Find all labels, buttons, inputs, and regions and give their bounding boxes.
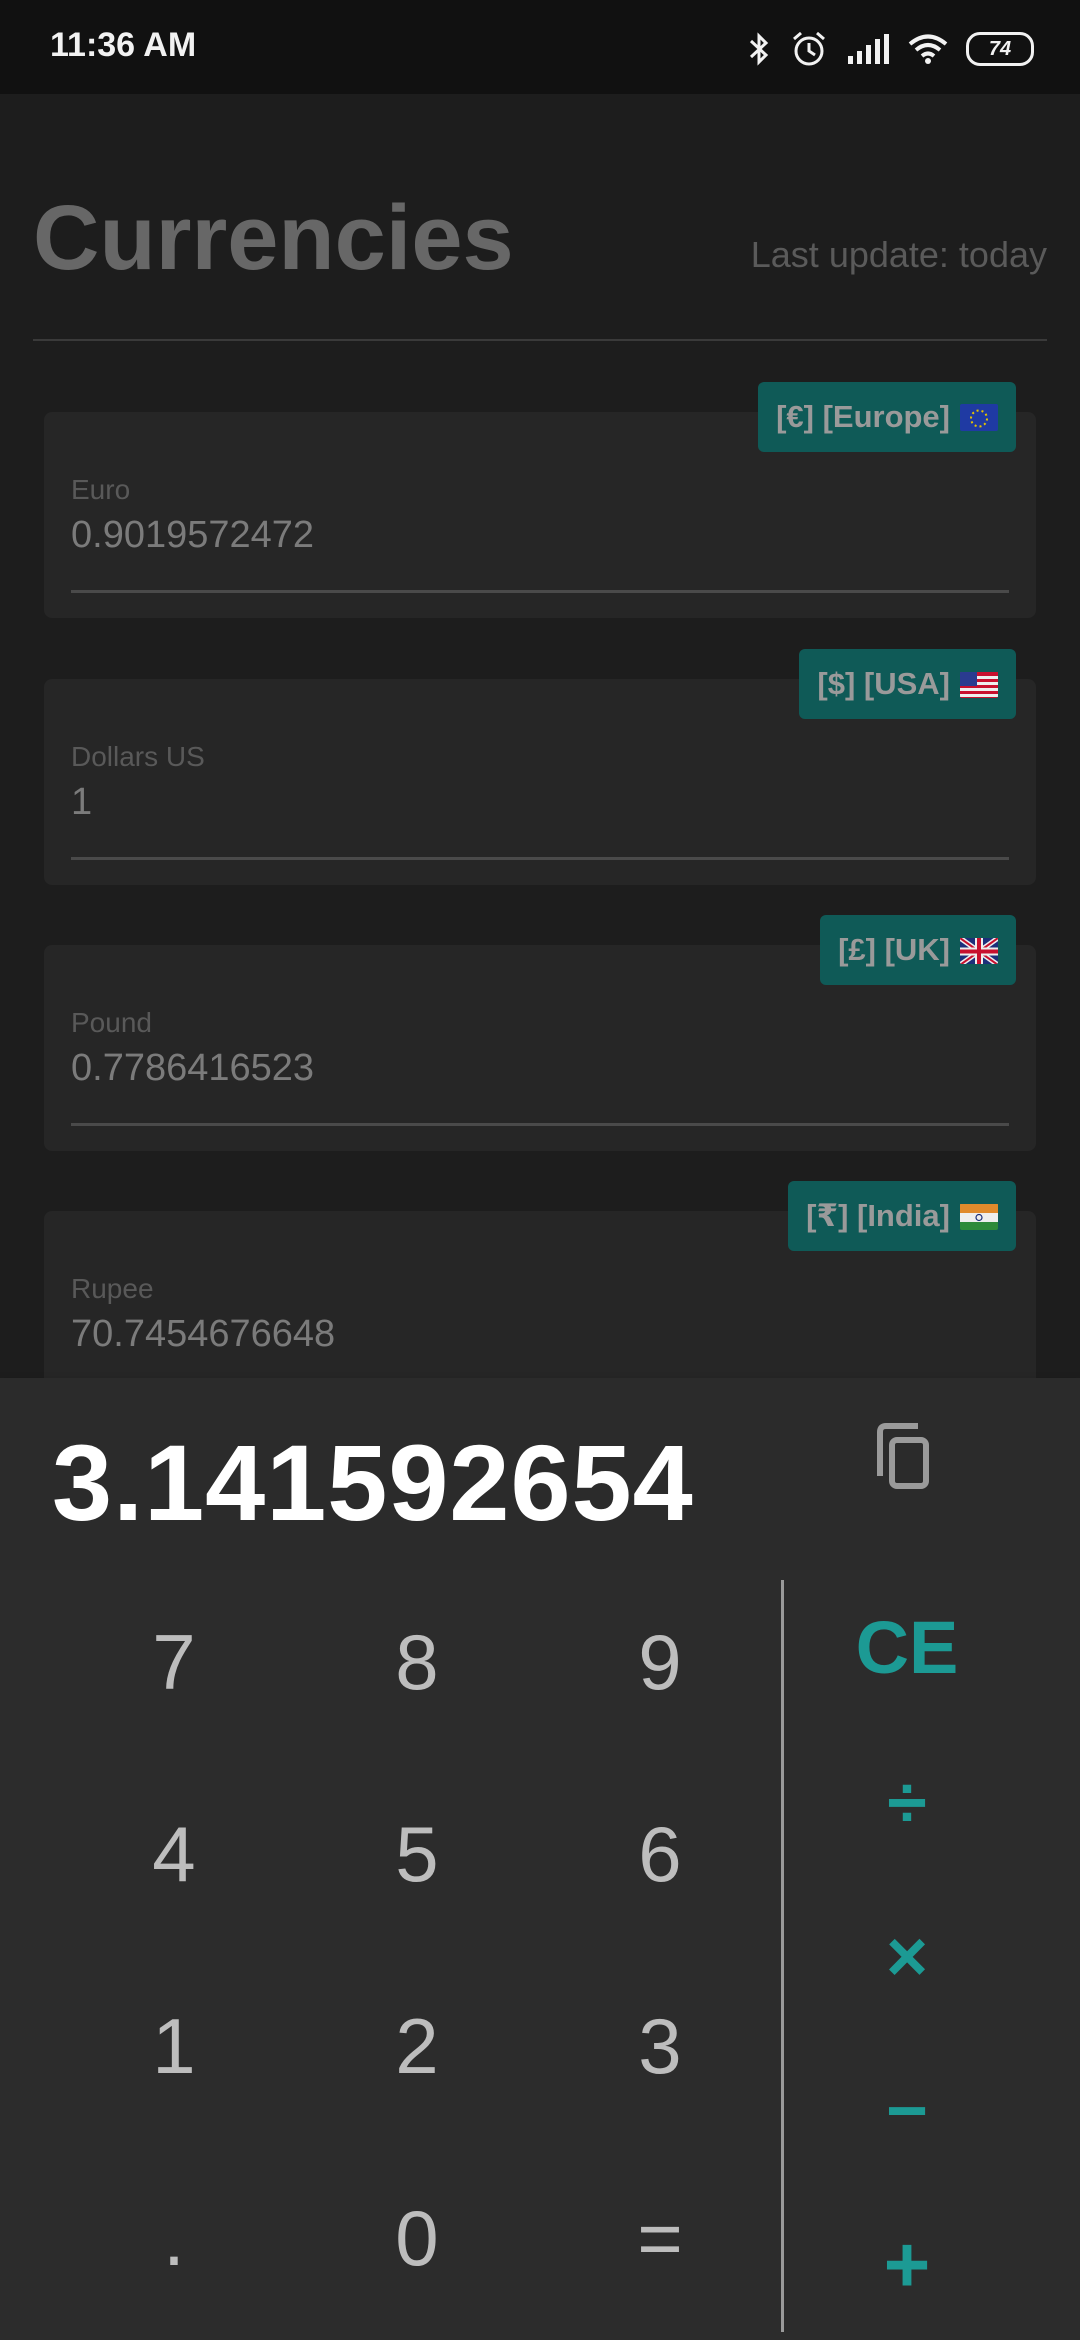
currency-card-euro[interactable]: [€] [Europe] Euro 0.9019572472 — [44, 382, 1036, 618]
currency-value-input[interactable]: 1 — [71, 781, 92, 824]
currency-value-input[interactable]: 0.7786416523 — [71, 1047, 314, 1090]
copy-button[interactable] — [868, 1418, 948, 1508]
battery-icon: 74 — [966, 32, 1034, 66]
key-9[interactable]: 9 — [570, 1587, 750, 1737]
clear-entry-button[interactable]: CE — [812, 1582, 1002, 1712]
multiply-button[interactable]: × — [812, 1892, 1002, 2022]
calculator-display-value: 3.141592654 — [52, 1422, 694, 1543]
uk-flag-icon — [960, 936, 998, 964]
calculator-keypad: 7 8 9 4 5 6 1 2 3 . 0 = CE ÷ × − + — [0, 1570, 1080, 2340]
key-3[interactable]: 3 — [570, 1971, 750, 2121]
keypad-separator — [781, 1580, 784, 2332]
currency-badge-inr: [₹] [India] — [788, 1181, 1016, 1251]
currency-card-usd[interactable]: [$] [USA] Dollars US 1 — [44, 649, 1036, 885]
header-divider — [33, 339, 1047, 341]
input-underline — [71, 1123, 1009, 1126]
wifi-icon — [908, 34, 948, 64]
currency-value-input[interactable]: 70.7454676648 — [71, 1313, 335, 1356]
currency-label: Rupee — [71, 1273, 154, 1304]
key-7[interactable]: 7 — [84, 1587, 264, 1737]
key-5[interactable]: 5 — [327, 1779, 507, 1929]
bluetooth-icon — [749, 32, 769, 66]
currency-label: Euro — [71, 474, 131, 505]
status-bar: 11:36 AM 74 — [0, 0, 1080, 94]
key-4[interactable]: 4 — [84, 1779, 264, 1929]
key-6[interactable]: 6 — [570, 1779, 750, 1929]
key-2[interactable]: 2 — [327, 1971, 507, 2121]
calculator-display: 3.141592654 — [0, 1378, 1080, 1570]
key-8[interactable]: 8 — [327, 1587, 507, 1737]
us-flag-icon — [960, 671, 998, 698]
currency-value-input[interactable]: 0.9019572472 — [71, 514, 314, 557]
currency-badge-gbp: [£] [UK] — [820, 915, 1016, 985]
status-icons: 74 — [746, 26, 1034, 72]
alarm-icon — [793, 31, 825, 66]
currency-label: Dollars US — [71, 741, 205, 772]
subtract-button[interactable]: − — [812, 2046, 1002, 2176]
eu-flag-icon — [960, 403, 998, 431]
india-flag-icon — [960, 1203, 998, 1230]
key-1[interactable]: 1 — [84, 1971, 264, 2121]
battery-level: 74 — [988, 37, 1012, 60]
divide-button[interactable]: ÷ — [812, 1738, 1002, 1868]
status-time: 11:36 AM — [50, 26, 197, 64]
add-button[interactable]: + — [812, 2200, 1002, 2330]
currency-label: Pound — [71, 1007, 152, 1038]
currency-badge-usd: [$] [USA] — [799, 649, 1016, 719]
currency-card-gbp[interactable]: [£] [UK] Pound 0.7786416523 — [44, 915, 1036, 1151]
signal-icon — [848, 34, 889, 64]
input-underline — [71, 857, 1009, 860]
page-title: Currencies — [33, 187, 514, 289]
currency-badge-euro: [€] [Europe] — [758, 382, 1016, 452]
copy-icon — [877, 1423, 929, 1489]
key-0[interactable]: 0 — [327, 2163, 507, 2313]
input-underline — [71, 590, 1009, 593]
key-decimal[interactable]: . — [84, 2163, 264, 2313]
key-equals[interactable]: = — [570, 2163, 750, 2313]
last-update-text: Last update: today — [750, 234, 1047, 275]
